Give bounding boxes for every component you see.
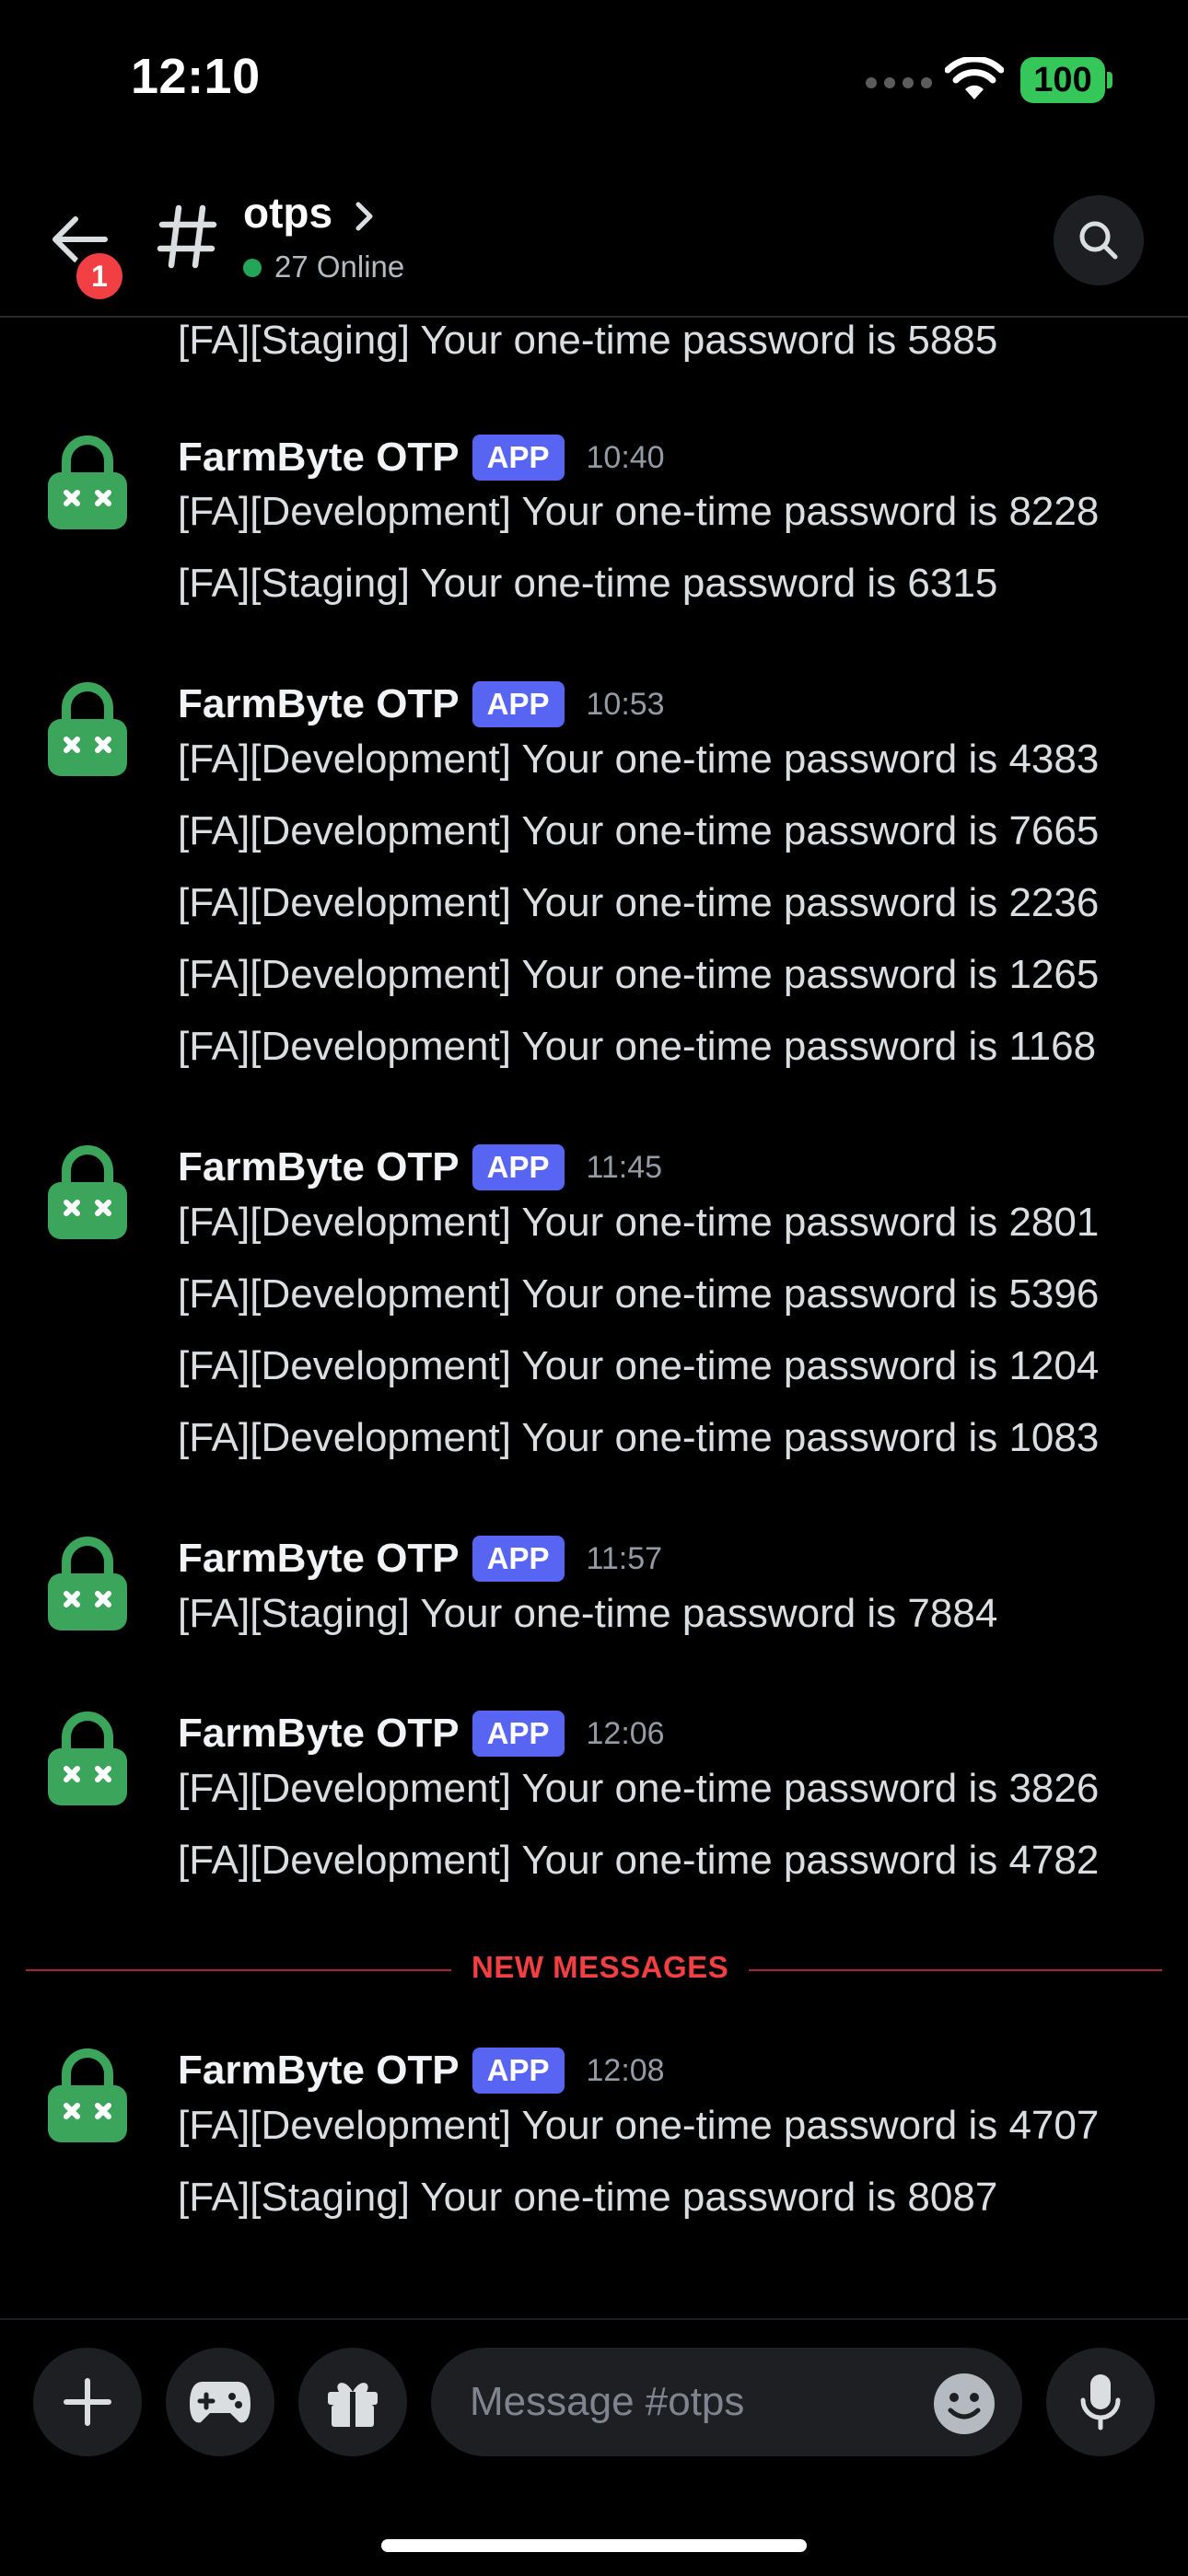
message-header: FarmByte OTP APP 11:57 xyxy=(178,1531,662,1586)
message-time: 12:06 xyxy=(586,1715,665,1751)
author-name[interactable]: FarmByte OTP xyxy=(178,1536,460,1582)
author-name[interactable]: FarmByte OTP xyxy=(178,1711,460,1757)
message-line: [FA][Development] Your one-time password… xyxy=(178,880,1100,925)
app-badge: APP xyxy=(472,1536,565,1582)
home-indicator xyxy=(381,2539,807,2552)
lock-avatar-icon[interactable] xyxy=(48,1140,127,1243)
lock-avatar-icon[interactable] xyxy=(48,2043,127,2146)
message-line: [FA][Staging] Your one-time password is … xyxy=(178,2175,998,2220)
app-badge: APP xyxy=(472,681,565,727)
online-count: 27 Online xyxy=(274,249,405,284)
author-name[interactable]: FarmByte OTP xyxy=(178,2048,460,2094)
cellular-signal-icon xyxy=(866,77,932,88)
message-time: 11:45 xyxy=(586,1149,663,1185)
gamepad-icon xyxy=(190,2382,250,2423)
message-line: [FA][Development] Your one-time password… xyxy=(178,737,1100,782)
unread-badge: 1 xyxy=(72,249,127,304)
message-time: 11:57 xyxy=(586,1540,663,1576)
message-header: FarmByte OTP APP 10:53 xyxy=(178,677,665,732)
lock-avatar-icon[interactable] xyxy=(48,1531,127,1634)
status-bar: 12:10 100 xyxy=(0,0,1188,161)
author-name[interactable]: FarmByte OTP xyxy=(178,435,460,481)
app-badge: APP xyxy=(472,2048,565,2094)
message-line: [FA][Development] Your one-time password… xyxy=(178,1343,1100,1388)
activities-button[interactable] xyxy=(166,2348,274,2456)
add-attachment-button[interactable] xyxy=(33,2348,142,2456)
message-line: [FA][Development] Your one-time password… xyxy=(178,808,1100,853)
voice-message-button[interactable] xyxy=(1046,2348,1155,2456)
message-line: [FA][Development] Your one-time password… xyxy=(178,2103,1100,2148)
app-badge: APP xyxy=(472,435,565,481)
message-line: [FA][Development] Your one-time password… xyxy=(178,1024,1097,1069)
message-line: [FA][Staging] Your one-time password is … xyxy=(178,561,998,606)
message-line: [FA][Development] Your one-time password… xyxy=(178,1271,1100,1317)
message-line: [FA][Development] Your one-time password… xyxy=(178,1766,1100,1811)
message-input-placeholder[interactable]: Message #otps xyxy=(470,2379,744,2425)
message-line: [FA][Staging] Your one-time password is … xyxy=(178,1591,998,1636)
lock-avatar-icon[interactable] xyxy=(48,430,127,533)
app-badge: APP xyxy=(472,1144,565,1190)
microphone-icon xyxy=(1080,2374,1121,2431)
lock-avatar-icon[interactable] xyxy=(48,1706,127,1809)
battery-nub xyxy=(1107,72,1112,88)
message-time: 10:53 xyxy=(586,686,665,722)
new-messages-label: NEW MESSAGES xyxy=(451,1950,750,1985)
chevron-right-icon[interactable] xyxy=(354,201,376,232)
wifi-icon xyxy=(945,57,1004,99)
message-line: [FA][Development] Your one-time password… xyxy=(178,1200,1100,1245)
lock-avatar-icon[interactable] xyxy=(48,677,127,780)
message-list[interactable]: [FA][Staging] Your one-time password is … xyxy=(0,318,1188,2320)
message-line: [FA][Development] Your one-time password… xyxy=(178,1838,1100,1883)
message-header: FarmByte OTP APP 11:45 xyxy=(178,1140,662,1195)
message-line: [FA][Development] Your one-time password… xyxy=(178,1415,1100,1460)
message-header: FarmByte OTP APP 10:40 xyxy=(178,430,665,485)
author-name[interactable]: FarmByte OTP xyxy=(178,1144,460,1190)
message-line: [FA][Development] Your one-time password… xyxy=(178,489,1100,534)
battery-indicator: 100 xyxy=(1020,57,1105,103)
emoji-icon[interactable] xyxy=(932,2372,996,2436)
message-header: FarmByte OTP APP 12:06 xyxy=(178,1706,665,1761)
message-time: 10:40 xyxy=(586,439,665,475)
app-badge: APP xyxy=(472,1711,565,1757)
message-line: [FA][Staging] Your one-time password is … xyxy=(178,318,998,363)
online-status-dot xyxy=(243,259,262,277)
status-time: 12:10 xyxy=(131,49,261,104)
author-name[interactable]: FarmByte OTP xyxy=(178,681,460,727)
message-header: FarmByte OTP APP 12:08 xyxy=(178,2043,665,2098)
search-icon xyxy=(1079,221,1118,260)
gift-icon xyxy=(328,2383,378,2427)
hash-icon xyxy=(157,204,217,269)
gift-button[interactable] xyxy=(298,2348,407,2456)
message-time: 12:08 xyxy=(586,2052,665,2088)
channel-title[interactable]: otps xyxy=(243,188,332,238)
plus-icon xyxy=(64,2378,111,2426)
message-line: [FA][Development] Your one-time password… xyxy=(178,952,1100,997)
search-button[interactable] xyxy=(1054,195,1144,285)
